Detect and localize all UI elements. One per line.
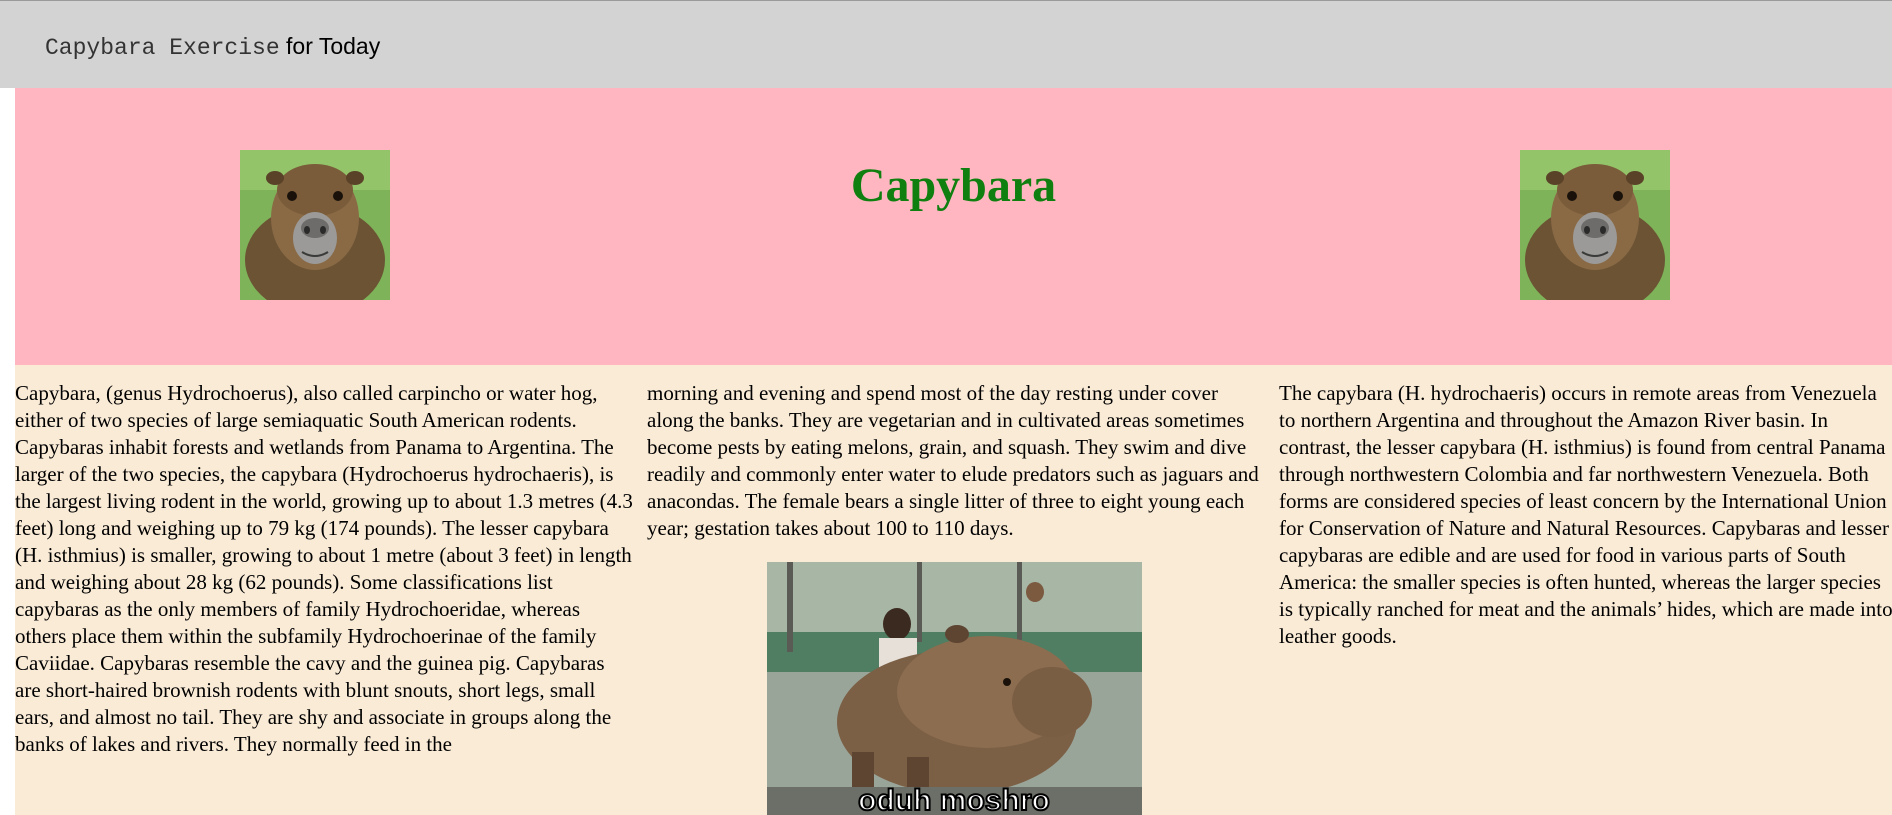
hero-banner: Capybara [15,88,1892,365]
top-bar: Capybara Exercise for Today [0,0,1892,88]
capybara-meme-image: oduh moshro [767,562,1142,815]
heading-code-text: Capybara Exercise [45,35,280,61]
page-content: Capybara Capybara, (genus Hydrochoerus),… [15,88,1892,815]
meme-caption: oduh moshro [858,784,1050,815]
heading-text: for Today [279,33,381,59]
article-section: Capybara, (genus Hydrochoerus), also cal… [15,365,1892,815]
article-column-2: morning and evening and spend most of th… [647,381,1259,540]
article-column-1: Capybara, (genus Hydrochoerus), also cal… [15,381,633,756]
page-heading: Capybara Exercise for Today [45,31,380,63]
article-column-3: The capybara (H. hydrochaeris) occurs in… [1279,381,1892,648]
capybara-portrait-right [1520,150,1670,300]
